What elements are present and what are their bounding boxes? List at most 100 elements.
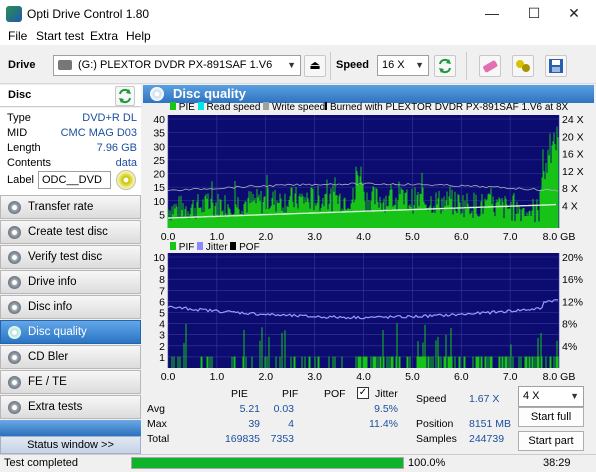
refresh-icon <box>439 58 451 74</box>
disc-icon <box>8 226 21 239</box>
disc-key: Contents <box>7 157 52 169</box>
nav-footer-bar <box>0 420 141 436</box>
x-tick-label: 4.0 <box>356 371 371 383</box>
nav-verify-test-disc[interactable]: Verify test disc <box>0 245 141 269</box>
disc-icon <box>8 326 21 339</box>
nav-disc-quality[interactable]: Disc quality <box>0 320 141 344</box>
chevron-down-icon: ▼ <box>287 60 296 70</box>
speed-select[interactable]: 16 X ▼ <box>377 55 429 76</box>
legend-swatch-jitter <box>197 242 204 250</box>
x-tick-label: 7.0 <box>503 371 518 383</box>
nav-disc-info[interactable]: Disc info <box>0 295 141 319</box>
y-right-tick-label: 20 X <box>562 131 584 143</box>
stats-max-jitter: 11.4% <box>369 418 398 430</box>
test-speed-select[interactable]: 4 X ▼ <box>518 386 584 407</box>
x-tick-label: 8.0 GB <box>543 371 576 383</box>
stats-avg-pif: 0.03 <box>273 403 294 415</box>
refresh-disc-button[interactable] <box>115 86 135 106</box>
menu-start-test[interactable]: Start test <box>36 29 84 43</box>
nav-extra-tests[interactable]: Extra tests <box>0 395 141 419</box>
disc-quality-icon <box>150 87 164 101</box>
erase-button[interactable] <box>479 55 501 77</box>
x-tick-label: 5.0 <box>405 371 420 383</box>
legend-swatch-pif <box>170 242 176 250</box>
drive-label: Drive <box>8 59 36 71</box>
progress-bar <box>131 457 404 469</box>
menu-help[interactable]: Help <box>126 29 151 43</box>
disc-icon <box>8 401 21 414</box>
close-button[interactable]: ✕ <box>552 0 596 27</box>
save-button[interactable] <box>545 55 567 77</box>
legend-swatch-burned <box>325 102 328 110</box>
nav-transfer-rate[interactable]: Transfer rate <box>0 195 141 219</box>
bottom-legend: PIF Jitter POF <box>170 242 260 253</box>
x-tick-label: 1.0 <box>210 371 225 383</box>
disc-mid-value: CMC MAG D03 <box>60 127 137 139</box>
jitter-checkbox[interactable]: ✓ <box>357 387 369 399</box>
y-left-tick-label: 10 <box>153 196 165 208</box>
nav-label: Transfer rate <box>28 201 94 213</box>
y-left-tick-label: 1 <box>159 352 165 364</box>
stats-col-jitter: Jitter <box>375 388 398 400</box>
test-speed-value: 4 X <box>523 390 540 402</box>
nav-label: Disc quality <box>28 326 87 338</box>
stats-total-pie: 169835 <box>224 433 260 445</box>
maximize-button[interactable]: ☐ <box>512 0 556 27</box>
stats-row-label: Max <box>147 418 167 430</box>
refresh-icon <box>119 88 131 104</box>
stats-max-pie: 39 <box>248 418 260 430</box>
nav-label: CD Bler <box>28 351 69 363</box>
eject-button[interactable]: ⏏ <box>304 55 326 77</box>
stats-col-pie: PIE <box>231 388 248 400</box>
legend-read-speed: Read speed <box>206 102 261 113</box>
menu-file[interactable]: File <box>8 29 27 43</box>
minimize-button[interactable]: — <box>470 0 514 27</box>
disc-contents-value: data <box>115 157 137 169</box>
top-legend: PIE Read speed Write speed Burned with P… <box>170 102 568 113</box>
status-window-button[interactable]: Status window >> <box>0 436 141 454</box>
legend-jitter: Jitter <box>205 242 228 253</box>
position-stat-value: 8151 MB <box>469 418 512 430</box>
pif-jitter-chart: 0.0 1.0 2.0 3.0 4.0 5.0 6.0 7.0 8.0 GB1098765432… <box>153 252 583 383</box>
stats-col-pof: POF <box>324 388 346 400</box>
samples-stat-value: 244739 <box>469 433 505 445</box>
disc-key: MID <box>7 127 28 139</box>
label-disc-icon[interactable] <box>116 170 136 190</box>
y-left-tick-label: 30 <box>153 141 165 153</box>
drive-select[interactable]: (G:) PLEXTOR DVDR PX-891SAF 1.V6 ▼ <box>53 55 301 76</box>
y-right-tick-label: 4% <box>562 341 577 353</box>
refresh-speed-button[interactable] <box>434 55 456 77</box>
y-left-tick-label: 40 <box>153 114 165 126</box>
samples-stat-label: Samples <box>416 433 457 445</box>
chevron-down-icon: ▼ <box>570 391 579 401</box>
start-part-button[interactable]: Start part <box>518 431 584 451</box>
nav-label: Verify test disc <box>28 251 103 263</box>
disc-label-key: Label <box>7 174 34 186</box>
toolbar-divider <box>330 52 331 80</box>
nav-drive-info[interactable]: Drive info <box>0 270 141 294</box>
y-left-tick-label: 25 <box>153 155 165 167</box>
y-right-tick-label: 8% <box>562 319 577 331</box>
y-left-tick-label: 5 <box>159 209 165 221</box>
legend-burned: Burned with PLEXTOR DVDR PX-891SAF 1.V6 … <box>329 102 569 113</box>
y-right-tick-label: 24 X <box>562 114 584 126</box>
speed-value: 16 X <box>382 59 405 71</box>
y-left-tick-label: 15 <box>153 182 165 194</box>
nav-create-test-disc[interactable]: Create test disc <box>0 220 141 244</box>
speed-stat-value: 1.67 X <box>469 393 500 405</box>
drive-value: (G:) PLEXTOR DVDR PX-891SAF 1.V6 <box>78 59 273 71</box>
elapsed-time: 38:29 <box>543 457 571 469</box>
disc-label-field[interactable]: ODC__DVD <box>38 171 111 189</box>
speed-label: Speed <box>336 59 370 71</box>
legend-swatch-pof <box>230 242 237 250</box>
nav-cd-bler[interactable]: CD Bler <box>0 345 141 369</box>
disc-icon <box>8 251 21 264</box>
y-right-tick-label: 8 X <box>562 183 578 195</box>
menu-extra[interactable]: Extra <box>90 29 118 43</box>
nav-fe-te[interactable]: FE / TE <box>0 370 141 394</box>
disc-icon <box>8 201 21 214</box>
app-icon <box>6 6 22 22</box>
legend-swatch-pie <box>170 102 176 110</box>
start-full-button[interactable]: Start full <box>518 407 584 427</box>
copy-button[interactable] <box>512 55 534 77</box>
